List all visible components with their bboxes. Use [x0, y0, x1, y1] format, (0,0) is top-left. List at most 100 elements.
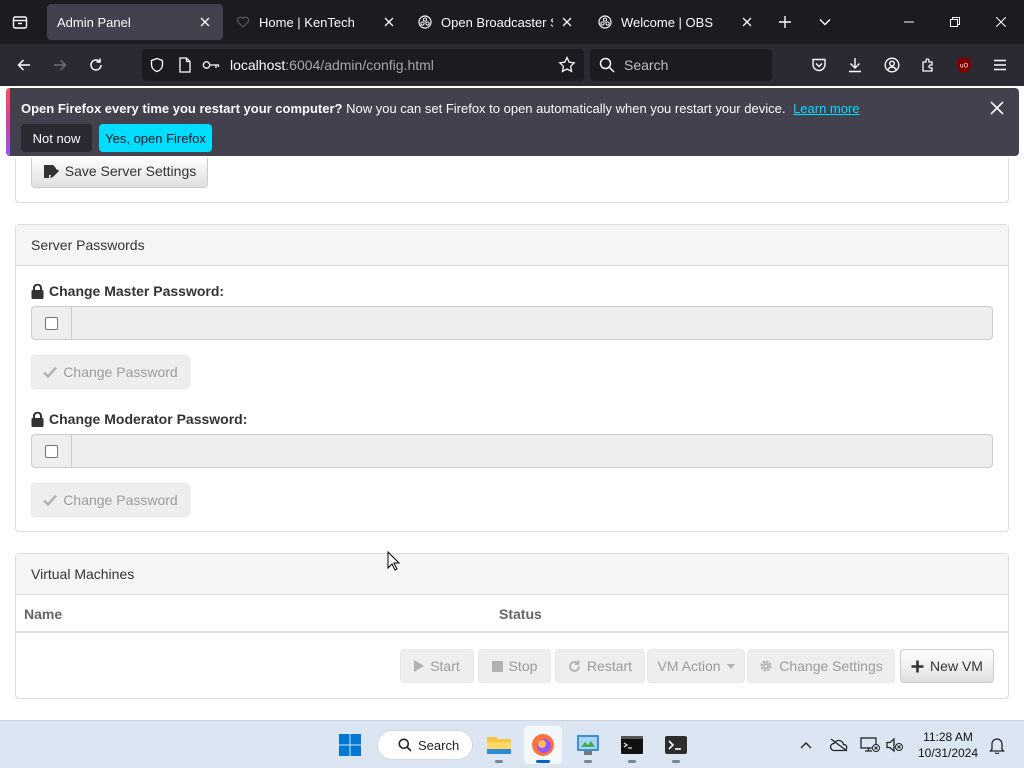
- bookmark-star-icon[interactable]: [558, 55, 576, 77]
- terminal-button[interactable]: [657, 726, 695, 764]
- running-indicator: [628, 760, 636, 763]
- cloud-offline-icon: [829, 738, 848, 752]
- stop-icon: [491, 660, 503, 672]
- moderator-password-checkbox[interactable]: [45, 444, 58, 458]
- master-password-checkbox[interactable]: [45, 316, 58, 330]
- tab-title: Open Broadcaster Softw: [441, 14, 553, 30]
- speaker-muted-icon: [886, 737, 903, 753]
- svg-text:uO: uO: [960, 63, 969, 70]
- close-icon[interactable]: [987, 98, 1007, 118]
- tab-welcome-obs[interactable]: Welcome | OBS: [587, 4, 765, 40]
- mouse-cursor-icon: [387, 551, 400, 571]
- running-indicator: [672, 760, 680, 763]
- master-password-label: Change Master Password:: [31, 283, 224, 299]
- command-prompt-button[interactable]: [613, 726, 651, 764]
- show-hidden-icons-button[interactable]: [795, 721, 817, 768]
- downloads-button[interactable]: [837, 47, 873, 83]
- moderator-password-checkbox-addon: [31, 434, 71, 468]
- terminal-icon: [621, 736, 643, 754]
- notification-message: Open Firefox every time you restart your…: [21, 101, 860, 116]
- button-label: Restart: [586, 658, 633, 674]
- page-icon[interactable]: [172, 57, 198, 73]
- button-label: VM Action: [657, 658, 721, 674]
- search-placeholder: Search: [624, 57, 669, 73]
- clock[interactable]: 11:28 AM 10/31/2024: [913, 729, 983, 761]
- new-vm-button[interactable]: New VM: [900, 649, 994, 683]
- tab-title: Admin Panel: [57, 14, 131, 30]
- volume-button[interactable]: [884, 721, 906, 768]
- close-icon: [996, 17, 1006, 27]
- chevron-down-icon: [819, 19, 831, 26]
- change-master-password-button[interactable]: Change Password: [31, 355, 190, 389]
- gear-icon: [760, 660, 772, 672]
- menu-button[interactable]: [982, 47, 1018, 83]
- close-window-button[interactable]: [978, 0, 1024, 44]
- forward-button[interactable]: [42, 47, 78, 83]
- close-icon[interactable]: [381, 14, 397, 30]
- bell-icon: [989, 737, 1005, 754]
- windows-logo-icon: [339, 734, 361, 756]
- change-settings-button[interactable]: Change Settings: [747, 649, 895, 683]
- control-panel-icon: [577, 735, 599, 755]
- restart-vm-button[interactable]: Restart: [555, 649, 645, 683]
- learn-more-link[interactable]: Learn more: [793, 101, 859, 116]
- caret-down-icon: [726, 663, 735, 669]
- save-server-settings-button[interactable]: Save Server Settings: [31, 158, 208, 188]
- extensions-button[interactable]: [910, 47, 946, 83]
- close-icon[interactable]: [739, 14, 755, 30]
- permissions-icon[interactable]: [198, 59, 224, 71]
- url-bar[interactable]: localhost:6004/admin/config.html: [142, 49, 584, 81]
- firefox-taskbar-button[interactable]: [524, 726, 562, 764]
- notification-accent: [6, 88, 10, 156]
- notification-title: Open Firefox every time you restart your…: [21, 101, 343, 116]
- reload-button[interactable]: [78, 47, 114, 83]
- close-icon[interactable]: [559, 14, 575, 30]
- running-indicator: [495, 760, 503, 763]
- network-button[interactable]: [858, 721, 882, 768]
- master-password-input[interactable]: [71, 306, 993, 340]
- plus-icon: [911, 660, 924, 672]
- button-label: Change Password: [63, 492, 178, 508]
- moderator-password-input[interactable]: [71, 434, 993, 468]
- back-button[interactable]: [6, 47, 42, 83]
- firefox-icon: [532, 734, 554, 756]
- tab-kentech[interactable]: Home | KenTech: [225, 4, 407, 40]
- pocket-button[interactable]: [801, 47, 837, 83]
- folder-icon: [487, 737, 511, 754]
- not-now-button[interactable]: Not now: [21, 124, 92, 152]
- button-label: Change Settings: [779, 658, 883, 674]
- clock-date: 10/31/2024: [917, 746, 979, 760]
- column-name: Name: [24, 606, 63, 622]
- obs-logo-icon: [597, 14, 613, 30]
- ublock-button[interactable]: uO: [946, 47, 982, 83]
- shield-icon[interactable]: [142, 57, 172, 73]
- firefox-view-button[interactable]: [0, 0, 40, 44]
- control-panel-button[interactable]: [569, 726, 607, 764]
- account-button[interactable]: [874, 47, 910, 83]
- notifications-button[interactable]: [986, 721, 1008, 768]
- tab-admin-panel[interactable]: Admin Panel: [47, 4, 223, 40]
- heart-icon: [235, 14, 251, 30]
- network-icon: [860, 737, 880, 752]
- firefox-view-icon: [12, 16, 28, 29]
- change-moderator-password-button[interactable]: Change Password: [31, 483, 190, 517]
- vm-action-dropdown[interactable]: VM Action: [647, 649, 745, 683]
- start-vm-button[interactable]: Start: [400, 649, 474, 683]
- stop-vm-button[interactable]: Stop: [478, 649, 551, 683]
- taskbar-search[interactable]: Search: [377, 730, 473, 760]
- minimize-button[interactable]: [886, 0, 932, 44]
- account-icon: [884, 57, 900, 73]
- tab-obs-software[interactable]: Open Broadcaster Softw: [407, 4, 585, 40]
- virtual-machines-panel: Virtual Machines Name Status Start Stop …: [15, 553, 1009, 699]
- close-icon[interactable]: [197, 14, 213, 30]
- start-button[interactable]: [331, 726, 369, 764]
- restore-button[interactable]: [932, 0, 978, 44]
- tab-bar: Admin Panel Home | KenTech Open Broadcas…: [0, 0, 1024, 44]
- file-explorer-button[interactable]: [480, 726, 518, 764]
- search-bar[interactable]: Search: [590, 49, 772, 81]
- open-firefox-button[interactable]: Yes, open Firefox: [99, 124, 212, 152]
- new-tab-button[interactable]: [765, 0, 805, 44]
- onedrive-button[interactable]: [827, 721, 851, 768]
- master-password-group: [31, 306, 993, 340]
- list-all-tabs-button[interactable]: [805, 0, 845, 44]
